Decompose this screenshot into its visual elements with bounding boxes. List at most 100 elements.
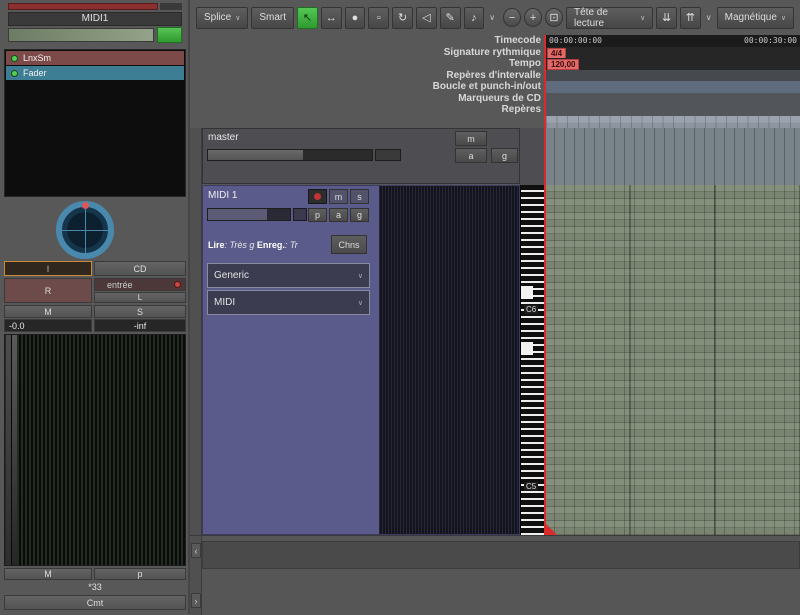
ruler-stack: Timecode 00:00:00:00 00:00:30:00 Signatu… [190,35,800,129]
cd-markers-label[interactable]: Marqueurs de CD [190,93,546,105]
tempo-ruler-label[interactable]: Tempo [190,58,546,70]
master-mute-button[interactable]: m [455,131,487,146]
comments-button[interactable]: Cmt [4,595,186,610]
zoom-fit-button[interactable]: ⊡ [545,8,563,27]
master-automation-button[interactable]: a [455,148,487,163]
bottom-panel: ‹ › [190,535,800,614]
midi-port-value: MIDI [214,297,235,308]
midi-track-name[interactable]: MIDI 1 [208,190,237,201]
master-group-button[interactable]: g [491,148,518,163]
input-source-label: entrée [107,280,133,290]
range-tool-button[interactable]: ↔ [321,7,342,29]
midi-record-enable-button[interactable] [308,189,327,204]
tempo-marker[interactable]: 120,00 [547,59,579,70]
midi-channels-button[interactable]: Chns [331,235,367,254]
scroll-right-button[interactable]: › [191,593,201,608]
audition-tool-button[interactable]: ◁ [416,7,437,29]
mono-button[interactable]: L [94,292,186,303]
panner-position-dot[interactable] [82,202,89,209]
input-button[interactable]: I [4,261,92,276]
edit-mode-select[interactable]: Splice ∨ [196,7,248,29]
timecode-ruler-label[interactable]: Timecode [190,35,546,47]
grab-tool-button[interactable]: ↖ [297,7,318,29]
meter-ruler[interactable]: 4/4 [546,47,800,59]
master-track-name[interactable]: master [208,132,239,143]
peak-display[interactable]: -inf [94,319,186,332]
master-gain-fader-fill [208,150,303,160]
note-edit-tool-button[interactable]: ♪ [464,7,485,29]
piano-keyboard-strip[interactable]: C6 C5 [520,185,544,535]
processor-active-led[interactable] [11,55,18,62]
zoom-out-button[interactable]: − [503,8,521,27]
snap-overflow-chevron-icon[interactable]: ∨ [704,13,714,22]
range-markers-label[interactable]: Repères d'intervalle [190,70,546,82]
snap-mode-label: Magnétique [725,12,777,23]
playhead-line[interactable] [544,35,546,535]
expand-tracks-button[interactable]: ⇈ [680,7,701,29]
range-markers-ruler-row: Repères d'intervalle [190,70,800,82]
record-enable-button[interactable]: R [4,278,92,303]
midi-port-select[interactable]: MIDI ∨ [207,290,370,315]
minsec-ruler[interactable] [546,116,800,129]
cd-button[interactable]: CD [94,261,186,276]
mute-button[interactable]: M [4,305,92,318]
master-track-header[interactable]: master m a g [202,128,520,184]
strip-fader-track[interactable] [6,335,11,565]
track-color-bar[interactable] [8,3,158,10]
meter-marker[interactable]: 4/4 [547,48,566,59]
tools-overflow-chevron-icon[interactable]: ∨ [487,13,497,22]
strip-gain-gauge[interactable] [8,28,154,42]
range-markers-ruler[interactable] [546,70,800,82]
object-tool-button[interactable]: ▫ [368,7,389,29]
processor-row[interactable]: Fader [6,66,184,80]
piano-white-key-patch[interactable] [521,342,533,355]
processor-box[interactable]: LnxSm Fader [4,49,186,197]
processor-active-led[interactable] [11,70,18,77]
metering-mute-button[interactable]: M [4,568,92,580]
midi-playlist-button[interactable]: p [308,208,327,222]
loop-punch-label[interactable]: Boucle et punch-in/out [190,81,546,93]
cut-tool-icon: ● [352,12,359,24]
input-source-button[interactable]: entrée [94,278,186,291]
stretch-tool-button[interactable]: ↻ [392,7,413,29]
cut-tool-button[interactable]: ● [345,7,366,29]
shrink-tracks-button[interactable]: ⇊ [656,7,677,29]
midi-instrument-select[interactable]: Generic ∨ [207,263,370,288]
markers-label[interactable]: Repères [190,104,546,116]
midi-mute-button[interactable]: m [329,189,348,204]
midi-track-header[interactable]: MIDI 1 m s p a g Lire: Très g Enreg.: Tr… [202,185,520,535]
zoom-in-button[interactable]: + [524,8,542,27]
zoom-focus-select[interactable]: Tête de lecture ∨ [566,7,653,29]
markers-ruler[interactable] [546,104,800,116]
midi-automation-button[interactable]: a [329,208,348,222]
meter-ruler-label[interactable]: Signature rythmique [190,47,546,59]
object-tool-icon: ▫ [377,12,381,24]
midi-grid-canvas[interactable] [544,185,800,535]
processor-row[interactable]: LnxSm [6,51,184,65]
summary-navigator[interactable] [202,541,800,569]
panner-knob[interactable] [56,201,114,259]
strip-name-button[interactable]: MIDI1 [8,12,182,26]
gain-display[interactable]: -0.0 [4,319,92,332]
tempo-ruler[interactable]: 120,00 [546,58,800,70]
piano-white-key-patch[interactable] [521,286,533,299]
master-gain-fader[interactable] [207,149,373,161]
cd-markers-ruler[interactable] [546,93,800,105]
scroll-left-button[interactable]: ‹ [191,543,201,558]
chevron-down-icon: ∨ [640,14,645,22]
smart-mode-button[interactable]: Smart [251,7,294,29]
playhead-bottom-marker [544,522,557,535]
piano-note-label-c5: C5 [524,482,538,491]
draw-tool-button[interactable]: ✎ [440,7,461,29]
solo-button[interactable]: S [94,305,186,318]
metering-point-button[interactable]: p [94,568,186,580]
midi-solo-button[interactable]: s [350,189,369,204]
strip-active-button[interactable] [157,27,182,43]
timecode-ruler[interactable]: 00:00:00:00 00:00:30:00 [546,35,800,47]
midi-gain-fader[interactable] [207,208,291,221]
master-grid-canvas[interactable] [544,128,800,185]
midi-group-button[interactable]: g [350,208,369,222]
snap-mode-select[interactable]: Magnétique ∨ [717,7,794,29]
loop-punch-ruler[interactable] [546,81,800,93]
midi-channel-mode-summary: Lire: Très g Enreg.: Tr [208,240,330,250]
